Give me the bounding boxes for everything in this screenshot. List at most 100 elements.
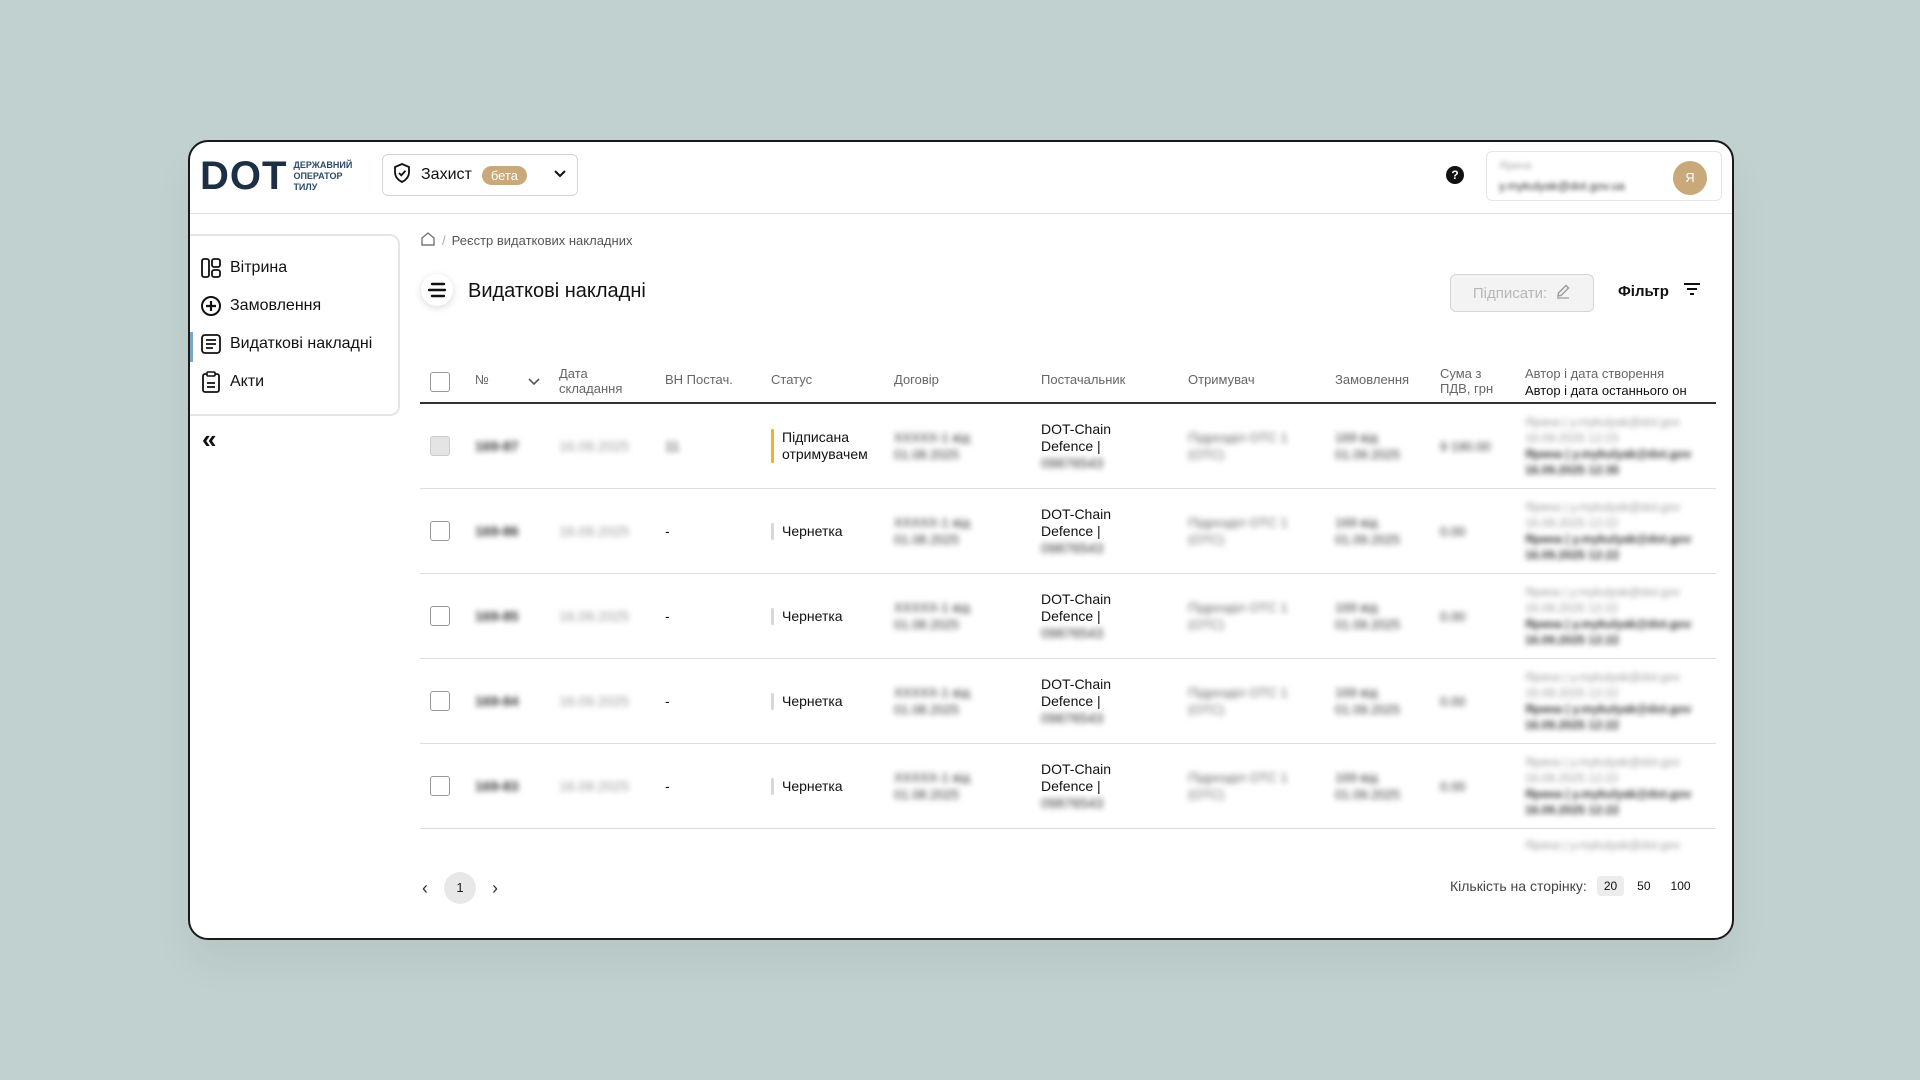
cell-contract: ХХХХХ-1 від 01.08.2025 (894, 684, 970, 718)
column-contract[interactable]: Договір (894, 372, 939, 387)
avatar[interactable]: Я (1673, 161, 1707, 195)
trailing-author-text: Ярина | y.mykulyak@dot.gov (1525, 838, 1681, 852)
author-created: Ярина | y.mykulyak@dot.gov (1525, 755, 1681, 769)
cell-recipient: Підрозділ ОТС 1 (ОТС) (1188, 429, 1288, 463)
sidebar-item-acts[interactable]: Акти (200, 368, 264, 396)
supplier-code: 09876543 (1041, 540, 1104, 556)
row-checkbox[interactable] (430, 606, 450, 626)
column-status[interactable]: Статус (771, 372, 812, 387)
recipient-line: (ОТС) (1188, 617, 1225, 632)
table-row[interactable]: 169-84 16.09.2025 - Чернетка ХХХХХ-1 від 01.0… (420, 659, 1716, 744)
logo[interactable]: DOT ДЕРЖАВНИЙ ОПЕРАТОР ТИЛУ (200, 154, 352, 198)
sort-chevron-down-icon[interactable] (528, 373, 540, 391)
status-indicator (771, 429, 774, 463)
status-text: Чернетка (782, 693, 843, 709)
chevron-right-icon[interactable]: › (492, 878, 498, 899)
status-badge: Чернетка (771, 523, 882, 540)
sign-button-label: Підписати: (1472, 284, 1548, 302)
supplier-code: 09876543 (1041, 625, 1104, 641)
chevron-left-icon[interactable]: ‹ (422, 878, 428, 899)
sidebar-item-orders[interactable]: Замовлення (200, 292, 321, 320)
cell-supplier-invoice: - (665, 523, 670, 539)
per-page-option-20[interactable]: 20 (1596, 876, 1625, 896)
home-icon[interactable] (420, 232, 436, 249)
author-modified-date: 16.09.2025 12:22 (1525, 548, 1620, 562)
select-all-checkbox[interactable] (430, 372, 450, 392)
table-row[interactable]: 169-85 16.09.2025 - Чернетка ХХХХХ-1 від 01.0… (420, 574, 1716, 659)
row-checkbox[interactable] (430, 691, 450, 711)
contract-line: ХХХХХ-1 від (894, 685, 970, 700)
cell-author: Ярина | y.mykulyak@dot.gov 16.09.2025 12:… (1525, 669, 1716, 733)
filter-button-label: Фільтр (1618, 282, 1669, 300)
module-selector[interactable]: Захист бета (382, 154, 578, 196)
breadcrumb-current: Реєстр видаткових накладних (451, 233, 633, 248)
column-date[interactable]: Дата складання (559, 366, 649, 396)
column-supplier[interactable]: Постачальник (1041, 372, 1125, 387)
column-author-created[interactable]: Автор і дата створення (1525, 366, 1664, 381)
filter-icon (1683, 282, 1701, 300)
author-modified: Ярина | y.mykulyak@dot.gov (1525, 617, 1692, 631)
cell-number[interactable]: 169-85 (475, 608, 519, 625)
help-icon[interactable]: ? (1446, 166, 1464, 184)
app-window: DOT ДЕРЖАВНИЙ ОПЕРАТОР ТИЛУ Захист бета … (188, 140, 1734, 940)
author-modified: Ярина | y.mykulyak@dot.gov (1525, 702, 1692, 716)
cell-number[interactable]: 169-86 (475, 523, 519, 540)
page-button[interactable]: 1 (444, 872, 476, 904)
author-modified-date: 16.09.2025 12:22 (1525, 718, 1620, 732)
order-line: 01.09.2025 (1335, 532, 1401, 547)
column-order[interactable]: Замовлення (1335, 372, 1409, 387)
user-menu[interactable]: Ярина y.mykulyak@dot.gov.ua Я (1486, 151, 1722, 201)
sidebar-item-label: Вітрина (230, 259, 288, 276)
per-page-option-100[interactable]: 100 (1664, 876, 1698, 896)
status-badge: Чернетка (771, 693, 882, 710)
cell-order: 169 від 01.09.2025 (1335, 514, 1400, 548)
column-recipient[interactable]: Отримувач (1188, 372, 1255, 387)
column-number[interactable]: № (475, 372, 489, 387)
order-line: 169 від (1335, 770, 1378, 785)
order-line: 169 від (1335, 515, 1378, 530)
supplier-code: 09876543 (1041, 710, 1104, 726)
cell-sum: 0.00 (1440, 609, 1466, 624)
menu-icon[interactable] (421, 274, 453, 306)
sidebar-item-invoices[interactable]: Видаткові накладні (200, 330, 372, 358)
column-sum[interactable]: Сума з ПДВ, грн (1440, 366, 1512, 396)
contract-line: ХХХХХ-1 від (894, 770, 970, 785)
cell-author: Ярина | y.mykulyak@dot.gov 16.09.2025 12:… (1525, 754, 1716, 818)
cell-number[interactable]: 169-87 (475, 438, 519, 455)
filter-button[interactable]: Фільтр (1618, 282, 1701, 300)
recipient-line: (ОТС) (1188, 702, 1225, 717)
status-text: Чернетка (782, 778, 843, 794)
cell-author: Ярина | y.mykulyak@dot.gov 16.09.2025 12:… (1525, 414, 1716, 478)
column-author-modified[interactable]: Автор і дата останнього он (1525, 383, 1716, 398)
order-line: 169 від (1335, 430, 1378, 445)
cell-supplier-invoice: - (665, 778, 670, 794)
collapse-sidebar-button[interactable]: « (202, 424, 216, 455)
cell-recipient: Підрозділ ОТС 1 (ОТС) (1188, 599, 1288, 633)
pencil-icon (1555, 283, 1571, 303)
cell-supplier-invoice: - (665, 608, 670, 624)
column-supplier-invoice[interactable]: ВН Постач. (665, 372, 733, 387)
table-row[interactable]: 169-87 16.09.2025 11 Підписана отримувачем Х… (420, 404, 1716, 489)
sign-button[interactable]: Підписати: (1450, 274, 1594, 312)
status-badge: Чернетка (771, 778, 882, 795)
row-checkbox[interactable] (430, 521, 450, 541)
cell-number[interactable]: 169-84 (475, 693, 519, 710)
cell-contract: ХХХХХ-1 від 01.08.2025 (894, 429, 970, 463)
contract-line: 01.08.2025 (894, 447, 960, 462)
supplier-line: Defence | (1041, 523, 1101, 539)
author-modified-date: 16.09.2025 12:35 (1525, 463, 1620, 477)
cell-date: 16.09.2025 (559, 778, 630, 794)
top-bar: DOT ДЕРЖАВНИЙ ОПЕРАТОР ТИЛУ Захист бета … (190, 142, 1732, 214)
logo-mark: DOT (200, 154, 288, 198)
table-row[interactable]: 169-86 16.09.2025 - Чернетка ХХХХХ-1 від 01.0… (420, 489, 1716, 574)
cell-order: 169 від 01.09.2025 (1335, 769, 1400, 803)
row-checkbox[interactable] (430, 776, 450, 796)
cell-contract: ХХХХХ-1 від 01.08.2025 (894, 514, 970, 548)
table-row[interactable]: 169-83 16.09.2025 - Чернетка ХХХХХ-1 від 01.0… (420, 744, 1716, 829)
cell-number[interactable]: 169-83 (475, 778, 519, 795)
contract-line: ХХХХХ-1 від (894, 515, 970, 530)
sidebar-item-label: Замовлення (230, 297, 322, 314)
per-page-option-50[interactable]: 50 (1630, 876, 1657, 896)
sidebar-item-showcase[interactable]: Вітрина (200, 254, 287, 282)
contract-line: ХХХХХ-1 від (894, 600, 970, 615)
